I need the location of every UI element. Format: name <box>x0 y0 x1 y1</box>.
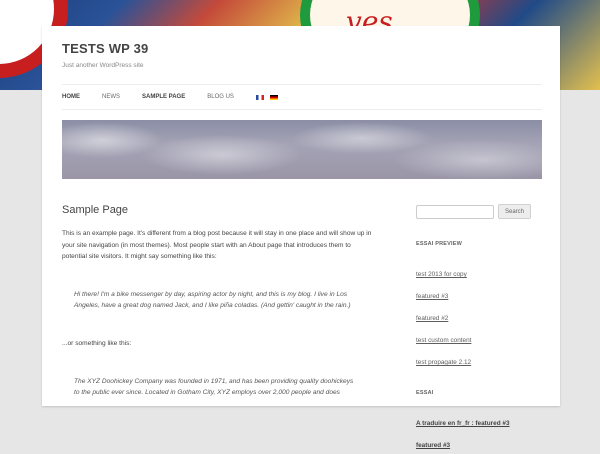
header-image <box>62 120 542 179</box>
nav-item-news[interactable]: NEWS <box>102 94 120 100</box>
search-input[interactable] <box>416 204 494 219</box>
main-content: Sample Page This is an example page. It'… <box>62 204 374 425</box>
nav-item-home[interactable]: HOME <box>62 94 80 100</box>
widget-link[interactable]: test propagate 2.12 <box>416 359 471 366</box>
widget-link[interactable]: test custom content <box>416 337 471 344</box>
flag-fr-icon[interactable] <box>255 94 264 100</box>
widget-link[interactable]: A traduire en fr_fr : featured #3 <box>416 420 510 427</box>
widget-link[interactable]: featured #3 <box>416 293 448 300</box>
list-item: featured #2 <box>416 305 546 324</box>
list-item: test 2013 for copy <box>416 261 546 280</box>
page-container: TESTS WP 39 Just another WordPress site … <box>42 26 560 449</box>
list-item: A traduire en fr_fr : featured #3 <box>416 410 546 429</box>
search-form: Search <box>416 204 546 219</box>
intro-paragraph: This is an example page. It's different … <box>62 230 372 261</box>
widget-link[interactable]: test 2013 for copy <box>416 271 467 278</box>
widget-list-essai: A traduire en fr_fr : featured #3 featur… <box>416 410 546 451</box>
quote-2: The XYZ Doohickey Company was founded in… <box>74 377 354 397</box>
middle-paragraph: ...or something like this: <box>62 339 132 347</box>
widget-title-essai-preview: ESSAI PREVIEW <box>416 241 462 247</box>
list-item: test propagate 2.12 <box>416 349 546 368</box>
site-title[interactable]: TESTS WP 39 <box>62 41 148 56</box>
page-title: Sample Page <box>62 204 129 216</box>
list-item: test custom content <box>416 327 546 346</box>
list-item: featured #3 <box>416 283 546 302</box>
nav-item-sample-page[interactable]: SAMPLE PAGE <box>142 94 185 100</box>
widget-link[interactable]: featured #3 <box>416 442 450 449</box>
sidebar: Search ESSAI PREVIEW test 2013 for copy … <box>416 204 546 454</box>
site-description: Just another WordPress site <box>62 62 144 69</box>
flag-de-icon[interactable] <box>269 94 278 100</box>
widget-link[interactable]: featured #2 <box>416 315 448 322</box>
list-item: featured #3 <box>416 432 546 451</box>
widget-list-essai-preview: test 2013 for copy featured #3 featured … <box>416 261 546 368</box>
quote-1: Hi there! I'm a bike messenger by day, a… <box>74 290 351 310</box>
main-navigation: HOME NEWS SAMPLE PAGE BLOG US <box>62 84 542 110</box>
widget-title-essai: ESSAI <box>416 390 434 396</box>
nav-item-blog-us[interactable]: BLOG US <box>207 94 234 100</box>
search-button[interactable]: Search <box>498 204 532 219</box>
